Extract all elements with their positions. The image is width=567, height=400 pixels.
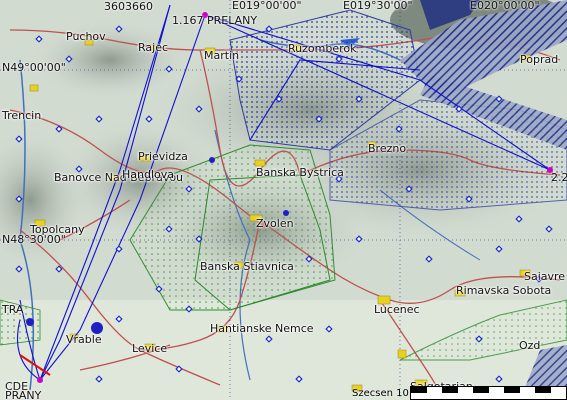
lon-label-right: E020°00'00" — [470, 0, 540, 12]
town-label: Saiavre — [524, 270, 566, 283]
town-label: Rajec — [138, 41, 169, 54]
waypoint-label-left[interactable]: TRA — [2, 303, 23, 316]
map-view[interactable]: N49°00'00" N48°30'00" E019°00'00" E019°3… — [0, 0, 567, 400]
town-label-inline: Szecsen — [352, 388, 393, 399]
town-label: Trencin — [2, 109, 42, 122]
route-overlap-label: 3603660 — [104, 0, 153, 13]
lat-label-top: N49°00'00" — [2, 61, 66, 74]
town-label: Poprad — [520, 53, 559, 66]
town-label: Handlova — [122, 168, 175, 181]
town-label: Ozd — [519, 339, 541, 352]
town-label: Brezno — [368, 142, 407, 155]
town-label: Levice — [132, 342, 168, 355]
lon-label-left: E019°00'00" — [232, 0, 302, 12]
town-label: Hantianske Nemce — [210, 322, 314, 335]
town-label: Prievidza — [138, 150, 188, 163]
town-label: Vrable — [66, 333, 102, 346]
waypoint-label-top[interactable]: 1.167 PRELANY — [172, 14, 257, 27]
town-label: Zvolen — [256, 217, 294, 230]
town-label: Puchov — [66, 30, 106, 43]
town-label: Banska Bystrica — [256, 166, 344, 179]
town-label: Rimavska Sobota — [456, 284, 552, 297]
town-label: Lucenec — [374, 303, 420, 316]
town-label: Ruzomberok — [288, 42, 357, 55]
waypoint-label-right[interactable]: 2.2 — [551, 171, 567, 184]
scale-bar — [410, 386, 567, 400]
town-label: Martin — [204, 49, 240, 62]
town-label: Topolcany — [30, 223, 85, 236]
town-label: Banska Stiavnica — [200, 260, 294, 273]
waypoint-label-bottom-left[interactable]: PRANY — [5, 389, 41, 400]
lon-label-mid: E019°30'00" — [343, 0, 413, 12]
